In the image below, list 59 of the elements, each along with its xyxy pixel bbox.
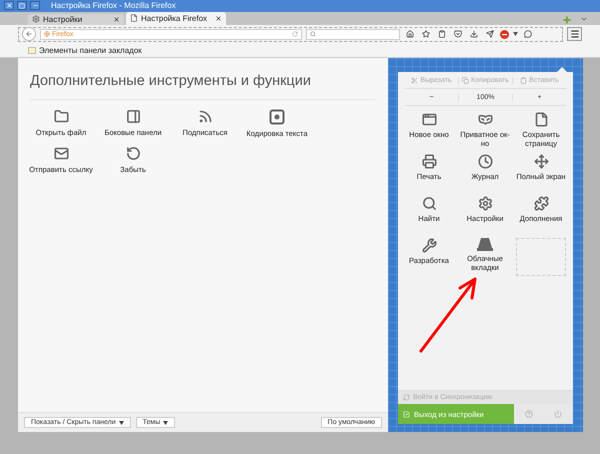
window-title: Настройка Firefox - Mozilla Firefox [51, 1, 176, 10]
sidebar-icon [126, 109, 140, 124]
window-icon [422, 112, 436, 127]
search-icon [310, 31, 316, 38]
search-field[interactable] [306, 28, 400, 40]
browser-tab[interactable]: Настройка Firefox [126, 12, 226, 25]
encoding-icon [269, 109, 285, 125]
copy-icon [462, 76, 470, 84]
cloud-tabs-icon [477, 238, 493, 251]
palette-heading: Дополнительные инструменты и функции [30, 73, 375, 100]
mail-icon [54, 146, 68, 161]
close-button[interactable] [4, 1, 14, 10]
checkbox-icon [403, 410, 410, 418]
maximize-button[interactable] [17, 1, 27, 10]
clipboard-icon [520, 76, 528, 84]
gear-icon [32, 15, 40, 24]
scissors-icon [411, 76, 418, 84]
pocket-icon[interactable] [452, 30, 464, 38]
power-icon [554, 410, 562, 418]
wrench-icon [422, 238, 436, 253]
home-icon[interactable] [404, 30, 416, 38]
star-icon[interactable] [420, 30, 432, 38]
sync-icon [403, 394, 410, 401]
menu-button[interactable] [567, 27, 582, 42]
menu-icon [570, 29, 580, 40]
chat-icon[interactable] [522, 30, 534, 38]
back-button[interactable] [22, 27, 36, 42]
page-icon [130, 14, 138, 22]
maximize-icon [19, 2, 25, 9]
clipboard-icon[interactable] [436, 30, 448, 38]
file-icon [534, 112, 548, 127]
caret-icon [118, 420, 124, 424]
send-icon[interactable] [484, 30, 496, 38]
close-icon[interactable] [215, 14, 222, 22]
rss-icon [198, 109, 212, 124]
browser-tab[interactable]: Настройки [28, 14, 124, 25]
bookmarks-toolbar-label: Элементы панели закладок [39, 46, 142, 55]
minimize-button[interactable] [30, 1, 40, 10]
stop-sign-icon[interactable] [500, 30, 509, 39]
search-icon [422, 196, 436, 211]
close-icon[interactable] [113, 16, 120, 23]
puzzle-icon [534, 196, 548, 211]
caret-icon [163, 420, 168, 424]
printer-icon [422, 154, 436, 169]
undo-icon [126, 146, 140, 161]
settings-icon [478, 196, 492, 211]
folder-icon [54, 109, 68, 124]
clock-icon [478, 154, 492, 169]
caret-icon[interactable] [513, 32, 518, 36]
back-arrow-icon [25, 30, 33, 38]
empty-slot [516, 238, 566, 276]
close-icon [6, 2, 12, 10]
bookmark-icon [28, 46, 36, 54]
globe-icon [44, 31, 50, 38]
help-icon [524, 410, 533, 418]
download-icon[interactable] [468, 30, 480, 38]
mask-icon [478, 112, 492, 127]
move-icon [534, 154, 548, 169]
reload-icon[interactable] [292, 31, 298, 38]
